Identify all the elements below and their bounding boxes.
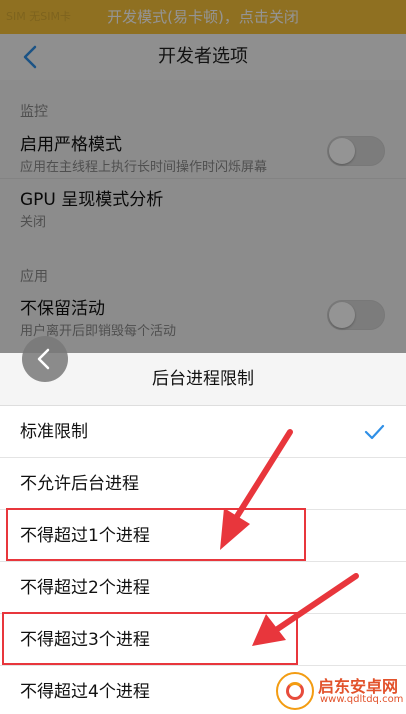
option-no-background-processes[interactable]: 不允许后台进程: [0, 458, 406, 510]
option-label: 不得超过2个进程: [20, 578, 150, 598]
site-watermark: 启东安卓网 www.qdltdq.com: [276, 670, 404, 712]
option-at-most-2-processes[interactable]: 不得超过2个进程: [0, 562, 406, 614]
option-label: 不得超过4个进程: [20, 682, 150, 702]
highlight-box: [6, 508, 306, 561]
option-label: 不允许后台进程: [20, 474, 139, 494]
highlight-box: [2, 612, 298, 665]
watermark-logo-icon: [276, 672, 314, 710]
watermark-url: www.qdltdq.com: [320, 694, 404, 705]
option-label: 标准限制: [20, 422, 88, 442]
floating-back-button[interactable]: [22, 336, 68, 382]
chevron-left-icon: [37, 348, 50, 370]
checkmark-icon: [364, 424, 385, 440]
option-standard-limit[interactable]: 标准限制: [0, 406, 406, 458]
